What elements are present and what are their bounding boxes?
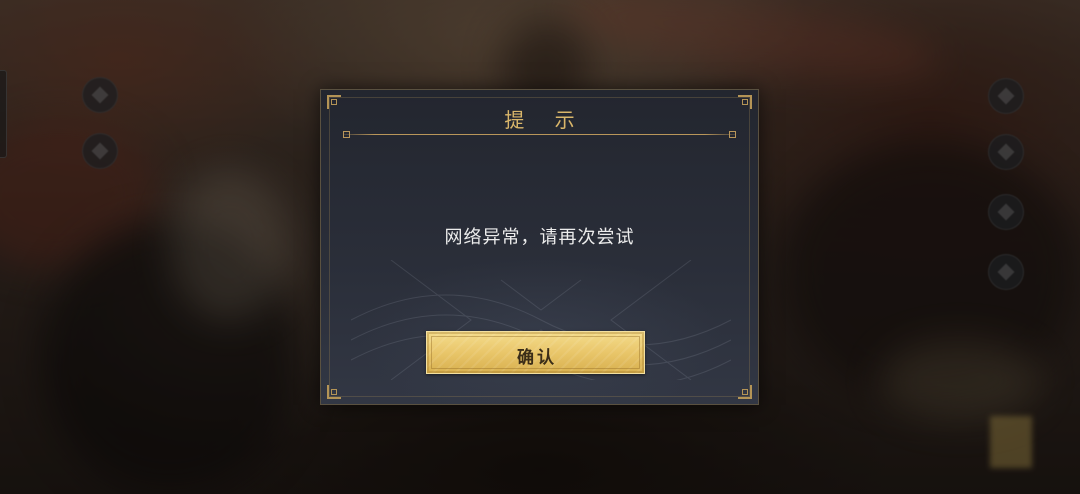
frame-corner-ornament <box>327 385 341 399</box>
title-divider <box>343 131 736 138</box>
dialog-title: 提 示 <box>504 108 587 132</box>
alert-dialog: 提 示 网络异常，请再次尝试 确认 <box>320 89 759 405</box>
dialog-message: 网络异常，请再次尝试 <box>444 227 635 248</box>
confirm-button-label: 确认 <box>517 348 557 368</box>
frame-corner-ornament <box>738 385 752 399</box>
confirm-button[interactable]: 确认 <box>426 331 645 374</box>
